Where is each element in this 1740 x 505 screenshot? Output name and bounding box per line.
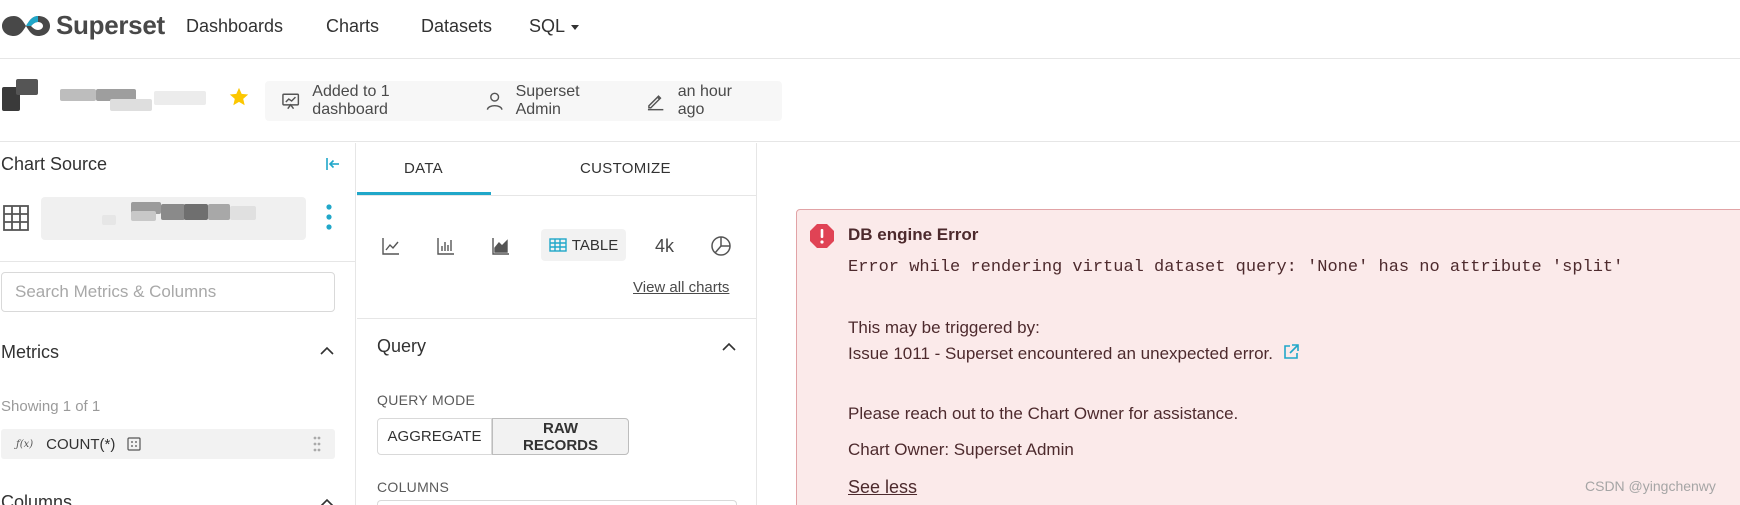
redaction-block xyxy=(154,91,206,105)
nav-sql-label: SQL xyxy=(529,16,566,36)
see-less-link[interactable]: See less xyxy=(848,477,917,498)
table-viz-label: TABLE xyxy=(571,236,619,254)
superset-logo-icon xyxy=(2,15,50,36)
line-chart-icon[interactable] xyxy=(382,237,400,255)
function-icon: ƒ(x) xyxy=(16,438,34,450)
dataset-name-redacted[interactable] xyxy=(41,197,306,240)
view-all-charts-link[interactable]: View all charts xyxy=(633,279,729,296)
modified-text: an hour ago xyxy=(677,83,732,118)
table-icon xyxy=(549,238,567,252)
more-options-icon[interactable] xyxy=(326,204,332,230)
drag-handle-icon[interactable] xyxy=(313,436,321,452)
external-link-icon xyxy=(1283,344,1299,359)
area-chart-icon[interactable] xyxy=(492,237,510,255)
chart-metadata-bar: Added to 1 dashboard Superset Admin an h… xyxy=(265,81,782,121)
modified-meta[interactable]: an hour ago xyxy=(646,83,760,119)
owner-meta[interactable]: Superset Admin xyxy=(486,83,624,119)
superset-logo[interactable]: Superset xyxy=(0,10,165,41)
issue-text: Issue 1011 - Superset encountered an une… xyxy=(848,344,1273,363)
nav-sql[interactable]: SQL xyxy=(529,16,580,37)
reach-out-text: Please reach out to the Chart Owner for … xyxy=(848,404,1239,423)
redaction-block xyxy=(230,206,256,220)
divider xyxy=(357,318,757,319)
redaction-block xyxy=(208,204,230,220)
search-metrics-columns-input[interactable] xyxy=(1,272,335,312)
active-tab-indicator xyxy=(357,192,491,195)
added-to-dashboard-text: Added to 1 dashboard xyxy=(312,83,390,118)
tab-customize[interactable]: CUSTOMIZE xyxy=(580,160,671,177)
redaction-block xyxy=(161,204,185,220)
redaction-block xyxy=(102,215,116,225)
error-alert-icon xyxy=(810,224,834,248)
raw-records-button[interactable]: RAW RECORDS xyxy=(492,418,629,455)
favorite-star-icon[interactable] xyxy=(228,86,250,108)
dashboard-icon xyxy=(282,93,300,110)
chart-owner-text: Chart Owner: Superset Admin xyxy=(848,440,1074,459)
query-mode-label: QUERY MODE xyxy=(377,392,476,408)
big-number-viz-icon[interactable]: 4k xyxy=(655,236,674,257)
owner-text: Superset Admin xyxy=(515,83,580,118)
brand-name: Superset xyxy=(56,10,165,40)
table-viz-chip[interactable]: TABLE xyxy=(541,229,626,261)
control-tabs: DATA CUSTOMIZE xyxy=(357,143,757,196)
bar-chart-icon[interactable] xyxy=(437,237,455,255)
table-grid-icon xyxy=(3,205,29,231)
chevron-up-icon[interactable] xyxy=(320,346,334,356)
sql-expression-icon xyxy=(127,437,141,451)
metric-name: COUNT(*) xyxy=(46,435,116,453)
control-panel: DATA CUSTOMIZE TABLE 4k View all charts … xyxy=(357,143,757,505)
datasource-panel: Chart Source Metrics Showing 1 of 1 ƒ(x)… xyxy=(0,143,356,505)
redaction-block xyxy=(131,211,156,221)
chevron-up-icon[interactable] xyxy=(722,342,736,352)
divider xyxy=(0,261,356,262)
chart-header: Added to 1 dashboard Superset Admin an h… xyxy=(0,59,1740,142)
metrics-count-text: Showing 1 of 1 xyxy=(1,398,101,415)
caret-down-icon xyxy=(571,24,580,30)
metrics-section-title[interactable]: Metrics xyxy=(1,342,59,363)
triggered-by-text: This may be triggered by: xyxy=(848,318,1040,337)
db-engine-error-alert: DB engine Error Error while rendering vi… xyxy=(796,209,1740,505)
metric-item[interactable]: ƒ(x) COUNT(*) xyxy=(1,429,335,459)
error-title: DB engine Error xyxy=(848,225,979,244)
nav-dashboards[interactable]: Dashboards xyxy=(186,16,283,37)
columns-label: COLUMNS xyxy=(377,479,450,495)
nav-charts[interactable]: Charts xyxy=(326,16,379,37)
columns-drop-zone[interactable] xyxy=(377,500,737,505)
query-mode-toggle: AGGREGATE RAW RECORDS xyxy=(377,418,629,455)
dashboards-meta[interactable]: Added to 1 dashboard xyxy=(281,83,464,119)
query-section-title[interactable]: Query xyxy=(377,336,426,357)
redaction-block xyxy=(184,204,208,220)
pie-chart-icon[interactable] xyxy=(710,235,732,257)
aggregate-button[interactable]: AGGREGATE xyxy=(377,418,492,455)
tab-data[interactable]: DATA xyxy=(404,160,443,177)
redaction-block xyxy=(16,79,38,95)
redaction-block xyxy=(60,89,96,101)
watermark: CSDN @yingchenwy xyxy=(1585,478,1716,494)
collapse-panel-icon[interactable] xyxy=(324,155,342,173)
issue-link[interactable]: Issue 1011 - Superset encountered an une… xyxy=(848,343,1300,364)
redaction-block xyxy=(110,99,152,111)
nav-datasets[interactable]: Datasets xyxy=(421,16,492,37)
chevron-up-icon[interactable] xyxy=(320,498,334,505)
user-icon xyxy=(486,92,503,110)
columns-section-title[interactable]: Columns xyxy=(1,492,72,505)
top-navbar: Superset Dashboards Charts Datasets SQL xyxy=(0,0,1740,59)
error-message: Error while rendering virtual dataset qu… xyxy=(848,258,1624,277)
edit-pencil-icon xyxy=(648,95,664,111)
chart-source-title: Chart Source xyxy=(1,154,108,174)
chart-title-redacted[interactable] xyxy=(2,79,212,115)
